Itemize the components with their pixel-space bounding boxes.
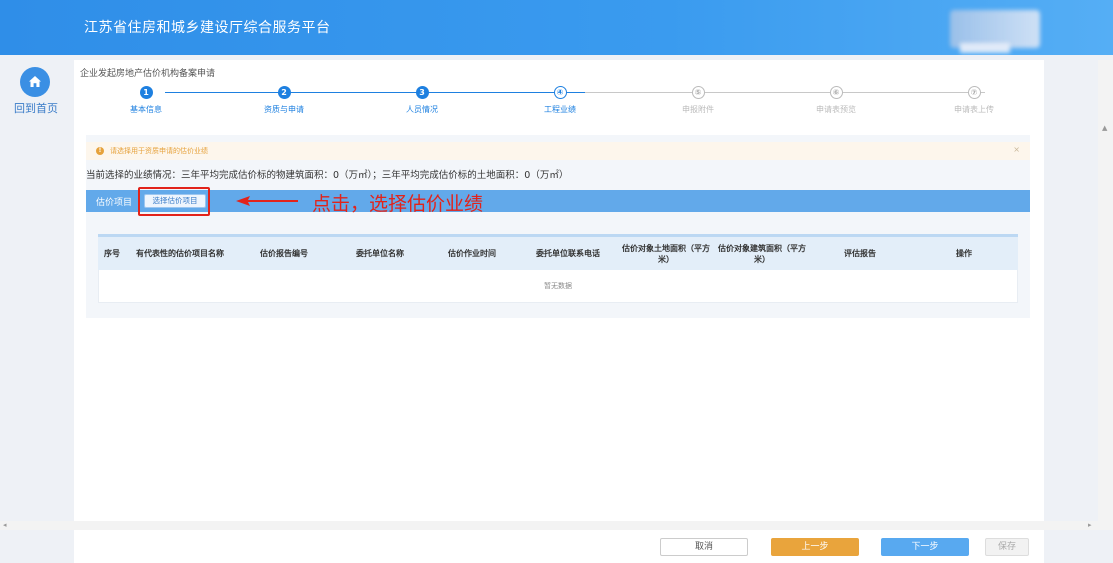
col-report: 评估报告 [844, 249, 876, 258]
close-icon[interactable]: × [1013, 145, 1020, 154]
next-step-button[interactable]: 下一步 [881, 538, 969, 556]
user-name-blurred [960, 43, 1010, 53]
col-work-time: 估价作业时间 [448, 249, 496, 258]
warning-icon: ! [96, 147, 104, 155]
step-1: 1 基本信息 [96, 86, 196, 115]
horizontal-scrollbar[interactable]: ◂ ▸ [0, 521, 1098, 530]
col-report-no: 估价报告编号 [260, 249, 308, 258]
col-actions: 操作 [956, 249, 972, 258]
col-client-phone: 委托单位联系电话 [536, 249, 600, 258]
step-6-circle: ⑥ [829, 86, 843, 99]
home-button[interactable] [20, 67, 50, 97]
projects-table: 序号 有代表性的估价项目名称 估价报告编号 委托单位名称 估价作业时间 委托单位… [98, 234, 1018, 303]
step-1-circle: 1 [139, 86, 153, 99]
previous-step-button[interactable]: 上一步 [771, 538, 859, 556]
arrow-left-icon [236, 196, 298, 206]
scroll-up-icon[interactable]: ▲ [1102, 124, 1107, 132]
notice-text: 请选择用于资质申请的估价业绩 [110, 147, 208, 155]
step-4-circle: ④ [553, 86, 567, 99]
col-project-name: 有代表性的估价项目名称 [136, 249, 224, 258]
step-3-circle: 3 [415, 86, 429, 99]
section-bar: 估价项目 选择估价项目 [86, 190, 1030, 212]
top-bar: 江苏省住房和城乡建设厅综合服务平台 [0, 0, 1113, 55]
step-6: ⑥ 申请表预览 [786, 86, 886, 115]
step-2-circle: 2 [277, 86, 291, 99]
left-nav [0, 55, 68, 563]
step-2-label: 资质与申请 [264, 105, 304, 114]
step-4-label: 工程业绩 [544, 105, 576, 114]
step-progress: 1 基本信息 2 资质与申请 3 人员情况 ④ 工程业绩 ⑤ 申报附件 ⑥ 申请… [74, 76, 1044, 124]
scroll-left-icon[interactable]: ◂ [3, 521, 7, 529]
save-button[interactable]: 保存 [985, 538, 1029, 556]
step-5-circle: ⑤ [691, 86, 705, 99]
home-icon [29, 76, 41, 87]
step-7: ⑦ 申请表上传 [924, 86, 1024, 115]
step-2: 2 资质与申请 [234, 86, 334, 115]
col-client-name: 委托单位名称 [356, 249, 404, 258]
col-building-area: 估价对象建筑面积（平方米） [718, 243, 806, 264]
step-3: 3 人员情况 [372, 86, 472, 115]
step-3-label: 人员情况 [406, 105, 438, 114]
step-6-label: 申请表预览 [816, 105, 856, 114]
performance-summary: 当前选择的业绩情况：三年平均完成估价标的物建筑面积：0（万㎡）；三年平均完成估价… [86, 170, 569, 181]
step-5: ⑤ 申报附件 [648, 86, 748, 115]
table-header: 序号 有代表性的估价项目名称 估价报告编号 委托单位名称 估价作业时间 委托单位… [98, 234, 1018, 270]
home-label[interactable]: 回到首页 [14, 100, 58, 116]
step-4: ④ 工程业绩 [510, 86, 610, 115]
col-land-area: 估价对象土地面积（平方米） [622, 243, 710, 264]
section-label: 估价项目 [96, 198, 133, 208]
platform-title: 江苏省住房和城乡建设厅综合服务平台 [84, 20, 331, 36]
annotation-text: 点击，选择估价业绩 [312, 193, 484, 215]
notice-banner: ! 请选择用于资质申请的估价业绩 × [86, 142, 1030, 160]
step-7-circle: ⑦ [967, 86, 981, 99]
vertical-scrollbar[interactable]: ▲ [1098, 60, 1113, 530]
step-1-label: 基本信息 [130, 105, 162, 114]
col-index: 序号 [104, 249, 120, 258]
highlight-box [138, 187, 210, 216]
step-7-label: 申请表上传 [954, 105, 994, 114]
cancel-button[interactable]: 取消 [660, 538, 748, 556]
scroll-right-icon[interactable]: ▸ [1088, 521, 1092, 529]
step-5-label: 申报附件 [682, 105, 714, 114]
footer-bar: 取消 上一步 下一步 保存 [74, 530, 1044, 563]
table-empty: 暂无数据 [98, 270, 1018, 303]
